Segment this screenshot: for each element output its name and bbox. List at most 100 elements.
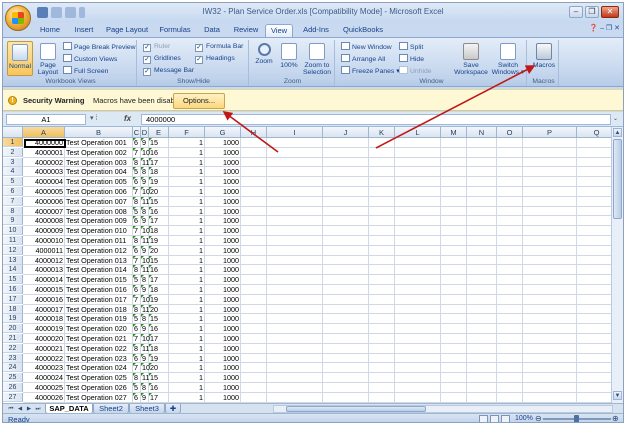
cell[interactable]: 1 <box>169 324 205 333</box>
cell[interactable]: Test Operation 004 <box>66 167 134 176</box>
column-header[interactable]: J <box>323 127 369 138</box>
cell[interactable]: Test Operation 026 <box>66 383 134 392</box>
column-header[interactable]: N <box>467 127 497 138</box>
cell[interactable]: 1 <box>169 363 205 372</box>
message-bar-checkbox[interactable]: ✓ Message Bar <box>143 66 194 76</box>
page-layout-view-button[interactable]: Page Layout <box>35 41 61 76</box>
scroll-up-icon[interactable]: ▲ <box>613 128 622 137</box>
last-sheet-icon[interactable]: ⏭ <box>34 405 42 413</box>
cell[interactable]: 1 <box>169 295 205 304</box>
cell[interactable]: Test Operation 027 <box>66 393 134 402</box>
row-header[interactable]: 11 <box>3 236 23 245</box>
cell[interactable]: 4000020 <box>23 334 65 343</box>
headings-checkbox[interactable]: ✓ Headings <box>195 54 235 64</box>
row-header[interactable]: 6 <box>3 187 23 196</box>
cell[interactable]: Test Operation 002 <box>66 148 134 157</box>
cell[interactable]: 1000 <box>205 305 241 314</box>
select-all-corner[interactable] <box>3 127 23 138</box>
cell[interactable]: 1 <box>169 167 205 176</box>
cell[interactable]: 18 <box>150 167 170 176</box>
freeze-panes-button[interactable]: Freeze Panes ▾ <box>341 66 400 76</box>
first-sheet-icon[interactable]: ⏮ <box>7 405 15 413</box>
cell[interactable]: 1000 <box>205 207 241 216</box>
cell[interactable]: 4000019 <box>23 324 65 333</box>
cell[interactable]: 20 <box>150 246 170 255</box>
cell[interactable]: 1000 <box>205 148 241 157</box>
cell[interactable]: 19 <box>150 177 170 186</box>
close-button[interactable]: ✕ <box>601 6 619 18</box>
cell[interactable]: 17 <box>150 216 170 225</box>
row-header[interactable]: 25 <box>3 373 23 383</box>
unhide-button[interactable]: Unhide <box>399 66 432 76</box>
column-header[interactable]: Q <box>577 127 611 138</box>
save-workspace-button[interactable]: Save Workspace <box>453 41 489 76</box>
cell[interactable]: Test Operation 020 <box>66 324 134 333</box>
cell[interactable]: 17 <box>150 275 170 284</box>
column-header[interactable]: L <box>395 127 441 138</box>
normal-view-status-icon[interactable] <box>479 415 488 422</box>
cell[interactable]: Test Operation 015 <box>66 275 134 284</box>
cell[interactable]: 4000017 <box>23 305 65 314</box>
cell[interactable]: 1000 <box>205 383 241 392</box>
cell[interactable]: Test Operation 014 <box>66 265 134 274</box>
row-header[interactable]: 16 <box>3 285 23 294</box>
cell[interactable]: Test Operation 021 <box>66 334 134 343</box>
cell[interactable]: 1 <box>169 314 205 323</box>
cell[interactable]: 4000025 <box>23 383 65 392</box>
gridlines-checkbox[interactable]: ✓ Gridlines <box>143 54 181 64</box>
cell[interactable]: 4000016 <box>23 295 65 304</box>
cell[interactable]: 15 <box>150 138 170 147</box>
new-window-button[interactable]: New Window <box>341 42 392 52</box>
cell[interactable]: 4000026 <box>23 393 65 402</box>
cell[interactable]: Test Operation 001 <box>66 138 134 147</box>
cell[interactable]: 1000 <box>205 324 241 333</box>
row-header[interactable]: 27 <box>3 392 23 402</box>
cell[interactable]: 1000 <box>205 373 241 382</box>
cell[interactable]: 16 <box>150 265 170 274</box>
cell[interactable]: 1000 <box>205 158 241 167</box>
cell[interactable]: 1000 <box>205 295 241 304</box>
cell[interactable]: 1 <box>169 334 205 343</box>
cell[interactable]: Test Operation 006 <box>66 187 134 196</box>
cell[interactable]: 18 <box>150 285 170 294</box>
cell[interactable]: Test Operation 017 <box>66 295 134 304</box>
row-header[interactable]: 13 <box>3 255 23 265</box>
switch-windows-button[interactable]: Switch Windows ▾ <box>491 41 525 76</box>
cell[interactable]: 4000013 <box>23 265 65 274</box>
cell[interactable]: Test Operation 016 <box>66 285 134 294</box>
worksheet-grid[interactable]: ABCDEFGHIJKLMNOPQR 123456789101112131415… <box>3 127 611 403</box>
cell[interactable]: 1 <box>169 226 205 235</box>
column-header[interactable]: H <box>241 127 267 138</box>
minimize-button[interactable]: – <box>569 6 583 18</box>
cell[interactable]: 4000006 <box>23 197 65 206</box>
cell[interactable]: 18 <box>150 226 170 235</box>
cell[interactable]: 1000 <box>205 177 241 186</box>
hide-button[interactable]: Hide <box>399 54 424 64</box>
cell[interactable]: Test Operation 005 <box>66 177 134 186</box>
cell[interactable]: 1 <box>169 207 205 216</box>
zoom-slider-thumb[interactable] <box>574 415 579 422</box>
cell[interactable]: 20 <box>150 363 170 372</box>
cell[interactable]: Test Operation 025 <box>66 373 134 382</box>
cell[interactable]: 1000 <box>205 138 241 147</box>
cell[interactable]: 1 <box>169 256 205 265</box>
cell[interactable]: 4000005 <box>23 187 65 196</box>
row-header[interactable]: 15 <box>3 275 23 285</box>
cell[interactable]: 1000 <box>205 354 241 363</box>
ruler-checkbox[interactable]: ✓ Ruler <box>143 42 170 52</box>
row-header[interactable]: 10 <box>3 226 23 236</box>
cell[interactable]: 4000004 <box>23 177 65 186</box>
row-header[interactable]: 7 <box>3 196 23 206</box>
cell[interactable]: 1 <box>169 265 205 274</box>
cell[interactable]: 20 <box>150 187 170 196</box>
column-header[interactable]: C <box>133 127 141 138</box>
cell[interactable]: 1 <box>169 393 205 402</box>
cell[interactable]: 4000015 <box>23 285 65 294</box>
tab-home[interactable]: Home <box>37 24 63 37</box>
row-header[interactable]: 20 <box>3 324 23 334</box>
tab-add-ins[interactable]: Add-Ins <box>299 24 333 37</box>
cell[interactable]: 1 <box>169 158 205 167</box>
cell[interactable]: 17 <box>150 334 170 343</box>
cell[interactable]: Test Operation 019 <box>66 314 134 323</box>
zoom-level[interactable]: 100% <box>515 415 533 422</box>
